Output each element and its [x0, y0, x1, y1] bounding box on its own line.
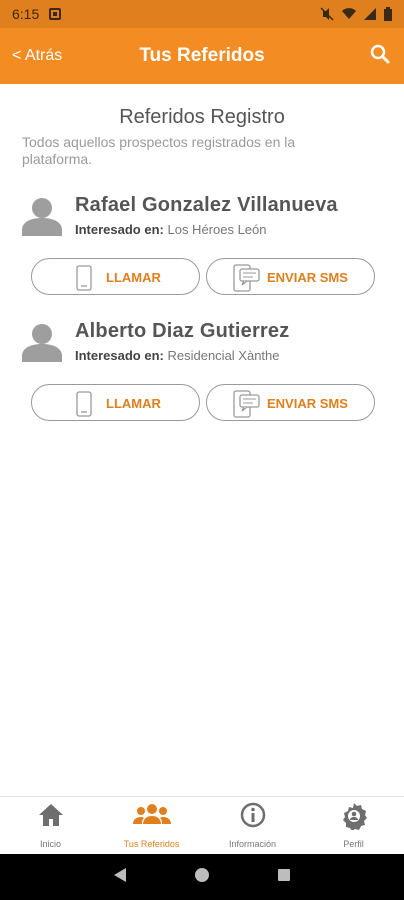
signal-icon — [364, 8, 376, 20]
referral-name: Alberto Diaz Gutierrez — [75, 320, 290, 342]
call-button[interactable]: LLAMAR — [31, 384, 200, 421]
call-button-label: LLAMAR — [106, 270, 161, 285]
interest-value: Los Héroes León — [167, 222, 267, 237]
avatar-icon — [22, 196, 62, 236]
group-icon — [132, 802, 172, 833]
app-bar: < Atrás Tus Referidos — [0, 28, 404, 84]
referral-interest: Interesado en: Los Héroes León — [75, 222, 267, 237]
main-content: Referidos Registro Todos aquellos prospe… — [0, 84, 404, 796]
wifi-icon — [342, 8, 356, 20]
nav-item-inicio[interactable]: Inicio — [0, 797, 101, 855]
section-title: Referidos Registro — [119, 106, 285, 128]
call-button-label: LLAMAR — [106, 396, 161, 411]
sms-button-label: ENVIAR SMS — [267, 396, 348, 411]
nav-item-informacion[interactable]: Información — [202, 797, 303, 855]
notification-icon — [49, 8, 62, 20]
sms-button[interactable]: ENVIAR SMS — [206, 258, 375, 295]
back-button[interactable]: < Atrás — [12, 47, 62, 65]
interest-label: Interesado en: — [75, 222, 164, 237]
sms-phone-icon — [233, 264, 261, 297]
nav-label: Perfil — [343, 839, 364, 849]
avatar-icon — [22, 322, 62, 362]
status-bar: 6:15 — [0, 0, 404, 28]
sms-button[interactable]: ENVIAR SMS — [206, 384, 375, 421]
status-icons — [320, 7, 392, 21]
phone-icon — [76, 265, 92, 296]
referral-item: Alberto Diaz Gutierrez Interesado en: Re… — [0, 310, 404, 430]
sms-button-label: ENVIAR SMS — [267, 270, 348, 285]
bottom-nav: Inicio Tus Referidos Información Perfil — [0, 796, 404, 854]
section-subtitle: Todos aquellos prospectos registrados en… — [22, 134, 296, 167]
system-recents-icon[interactable] — [277, 868, 291, 887]
settings-icon — [340, 802, 368, 835]
battery-icon — [384, 7, 392, 21]
info-icon — [240, 802, 266, 833]
search-icon[interactable] — [370, 44, 390, 69]
status-time: 6:15 — [12, 6, 40, 22]
system-back-icon[interactable] — [113, 867, 127, 888]
sms-phone-icon — [233, 390, 261, 423]
nav-item-perfil[interactable]: Perfil — [303, 797, 404, 855]
mute-icon — [320, 7, 334, 21]
nav-label: Inicio — [39, 839, 61, 849]
home-icon — [37, 802, 65, 833]
referral-item: Rafael Gonzalez Villanueva Interesado en… — [0, 184, 404, 304]
nav-label: Tus Referidos — [123, 839, 180, 849]
interest-label: Interesado en: — [75, 348, 164, 363]
system-home-icon[interactable] — [194, 867, 210, 888]
interest-value: Residencial Xànthe — [167, 348, 280, 363]
referral-interest: Interesado en: Residencial Xànthe — [75, 348, 280, 363]
nav-item-tus-referidos[interactable]: Tus Referidos — [101, 797, 202, 855]
referral-name: Rafael Gonzalez Villanueva — [75, 194, 338, 216]
system-nav-bar — [0, 854, 404, 900]
nav-label: Información — [228, 839, 277, 849]
phone-icon — [76, 391, 92, 422]
call-button[interactable]: LLAMAR — [31, 258, 200, 295]
